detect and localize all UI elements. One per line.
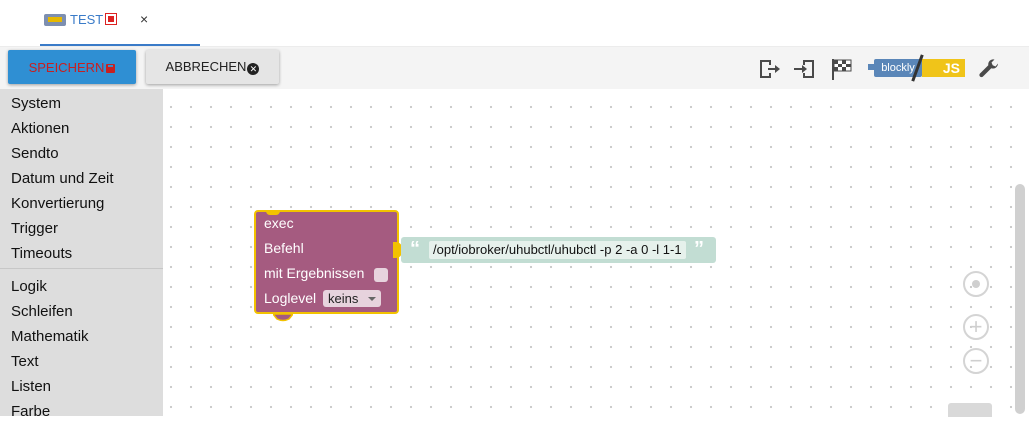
recenter-button[interactable] [963, 271, 989, 297]
editor-toolbar: SPEICHERN ABBRECHEN ✕ blockly JS [0, 47, 1029, 89]
string-block[interactable]: “ /opt/iobroker/uhubctl/uhubctl -p 2 -a … [401, 237, 716, 263]
exec-block-title: exec [264, 215, 294, 231]
with-results-checkbox[interactable] [374, 268, 388, 282]
sidebar-category-item[interactable]: Datum und Zeit [0, 166, 163, 191]
loglevel-dropdown[interactable]: keins [323, 290, 381, 307]
zoom-in-button[interactable]: + [963, 314, 989, 340]
recenter-icon [972, 280, 980, 288]
export-icon[interactable] [757, 57, 781, 81]
sidebar-category-item[interactable]: System [0, 91, 163, 116]
sidebar-category-item[interactable]: Text [0, 349, 163, 374]
close-quote-icon: ” [694, 238, 704, 260]
js-label: JS [922, 59, 965, 77]
sidebar-category-item[interactable]: Listen [0, 374, 163, 399]
cancel-icon: ✕ [247, 63, 260, 75]
command-label: Befehl [264, 240, 304, 256]
sidebar-category-item[interactable]: Konvertierung [0, 191, 163, 216]
tab-label[interactable]: TEST [70, 12, 103, 27]
category-separator [0, 268, 163, 269]
cancel-label: ABBRECHEN [165, 59, 247, 74]
exec-block[interactable]: exec Befehl mit Ergebnissen Loglevel kei… [254, 210, 402, 314]
loglevel-label: Loglevel [264, 290, 317, 306]
wrench-icon[interactable] [977, 57, 1001, 81]
sidebar-category-item[interactable]: Aktionen [0, 116, 163, 141]
blockly-script-icon [44, 14, 66, 26]
cancel-button[interactable]: ABBRECHEN ✕ [146, 50, 279, 84]
open-quote-icon: “ [410, 238, 420, 260]
vertical-scrollbar[interactable] [1015, 184, 1025, 414]
next-statement-connector [273, 314, 293, 322]
block-category-sidebar: System Aktionen Sendto Datum und Zeit Konver… [0, 89, 163, 420]
sidebar-category-item[interactable]: Sendto [0, 141, 163, 166]
checkered-flag-icon[interactable] [829, 57, 853, 81]
sidebar-category-item[interactable]: Timeouts [0, 241, 163, 266]
sidebar-category-item[interactable]: Logik [0, 274, 163, 299]
blockly-workspace[interactable]: exec Befehl mit Ergebnissen Loglevel kei… [163, 89, 1029, 417]
trash-can-icon[interactable] [948, 403, 992, 417]
plus-icon: + [969, 314, 983, 339]
save-icon [106, 63, 116, 73]
sidebar-category-item[interactable]: Trigger [0, 216, 163, 241]
minus-icon: − [969, 348, 983, 373]
import-icon[interactable] [793, 57, 817, 81]
unsaved-indicator-icon [105, 13, 117, 25]
sidebar-category-item[interactable]: Schleifen [0, 299, 163, 324]
blockly-js-toggle[interactable]: blockly JS [868, 54, 966, 82]
tab-bar: TEST × [0, 0, 1029, 47]
tab-close-button[interactable]: × [140, 11, 148, 27]
sidebar-category-item[interactable]: Farbe [0, 399, 163, 424]
save-label: SPEICHERN [28, 59, 105, 75]
dropdown-arrow-icon [368, 297, 376, 301]
with-results-label: mit Ergebnissen [264, 265, 365, 281]
sidebar-category-item[interactable]: Mathematik [0, 324, 163, 349]
command-text-field[interactable]: /opt/iobroker/uhubctl/uhubctl -p 2 -a 0 … [429, 241, 686, 259]
loglevel-value: keins [328, 291, 359, 306]
zoom-out-button[interactable]: − [963, 348, 989, 374]
save-button[interactable]: SPEICHERN [8, 50, 136, 84]
